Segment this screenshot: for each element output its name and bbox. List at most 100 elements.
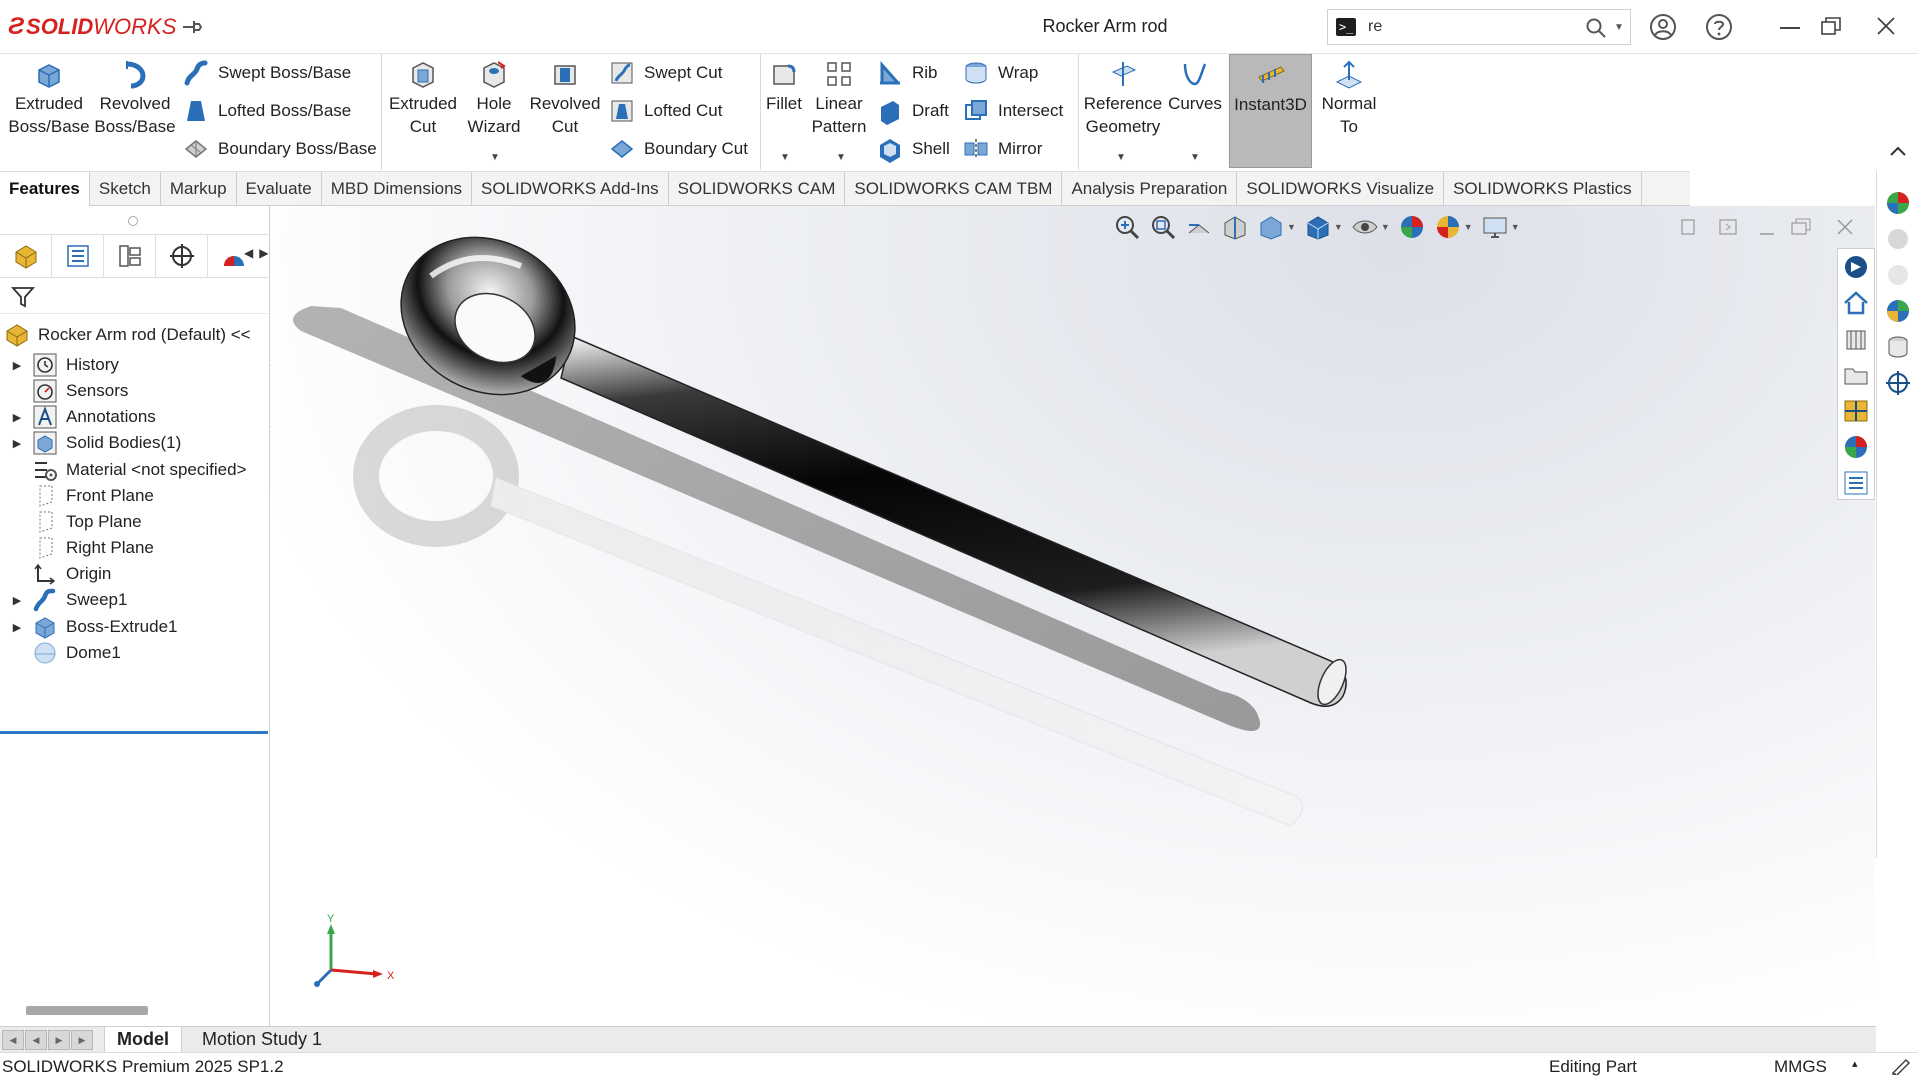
feature-manager-tab-scroll-arrows[interactable]: ◀▶ xyxy=(244,246,274,260)
unit-system-selector[interactable]: MMGS xyxy=(1774,1057,1827,1077)
hole-wizard-dropdown-icon[interactable]: ▼ xyxy=(490,152,500,163)
tab-markup[interactable]: Markup xyxy=(161,172,237,206)
tab-sketch[interactable]: Sketch xyxy=(90,172,161,206)
hide-show-dropdown-icon[interactable]: ▼ xyxy=(1381,222,1390,232)
curves-dropdown-icon[interactable]: ▼ xyxy=(1190,152,1200,163)
view-palette-pane-icon[interactable] xyxy=(1884,297,1912,325)
zoom-to-area-icon[interactable] xyxy=(1149,213,1177,241)
tab-evaluate[interactable]: Evaluate xyxy=(237,172,322,206)
expand-arrow-icon[interactable]: ▶ xyxy=(10,621,24,634)
tab-motion-study-1[interactable]: Motion Study 1 xyxy=(190,1027,334,1053)
apply-scene-dropdown-icon[interactable]: ▼ xyxy=(1464,222,1473,232)
solidworks-resources-icon[interactable] xyxy=(1884,189,1912,217)
swept-boss-base-button[interactable]: Swept Boss/Base xyxy=(182,57,351,89)
edit-appearance-icon[interactable] xyxy=(1398,213,1426,241)
file-explorer-pane-icon[interactable] xyxy=(1884,261,1912,289)
help-icon[interactable] xyxy=(1705,13,1733,41)
next-tab-icon[interactable]: ▶ xyxy=(48,1030,70,1050)
panel-drag-handle[interactable] xyxy=(128,216,138,226)
viewport-window-controls[interactable] xyxy=(1680,214,1875,242)
user-account-icon[interactable] xyxy=(1649,13,1677,41)
tab-solidworks-visualize[interactable]: SOLIDWORKS Visualize xyxy=(1237,172,1445,206)
tab-features[interactable]: Features xyxy=(0,172,90,206)
pin-icon[interactable] xyxy=(180,15,204,39)
view-orientation-icon[interactable] xyxy=(1257,213,1285,241)
search-dropdown-icon[interactable]: ▼ xyxy=(1614,22,1624,33)
revolved-cut-button[interactable]: Revolved Cut xyxy=(528,58,602,138)
fillet-dropdown-icon[interactable]: ▼ xyxy=(780,152,790,163)
tab-propertymanager[interactable] xyxy=(52,235,104,277)
normal-to-button[interactable]: Normal To xyxy=(1316,58,1382,138)
solidworks-logo[interactable]: Ƨ SOLID WORKS xyxy=(8,10,176,44)
horizontal-scrollbar[interactable] xyxy=(26,1006,148,1015)
view-settings-dropdown-icon[interactable]: ▼ xyxy=(1511,222,1520,232)
draft-button[interactable]: Draft xyxy=(876,95,949,127)
curves-button[interactable]: Curves xyxy=(1166,58,1224,115)
tree-item-solid-bodies-1[interactable]: ▶ Solid Bodies(1) xyxy=(10,428,181,458)
tab-analysis-preparation[interactable]: Analysis Preparation xyxy=(1062,172,1238,206)
hole-wizard-button[interactable]: Hole Wizard xyxy=(460,58,528,138)
tab-solidworks-cam[interactable]: SOLIDWORKS CAM xyxy=(669,172,846,206)
design-library-pane-icon[interactable] xyxy=(1884,225,1912,253)
hide-show-items-icon[interactable] xyxy=(1351,213,1379,241)
tab-solidworks-plastics[interactable]: SOLIDWORKS Plastics xyxy=(1444,172,1642,206)
tab-solidworks-add-ins[interactable]: SOLIDWORKS Add-Ins xyxy=(472,172,669,206)
first-tab-icon[interactable]: ◀ xyxy=(2,1030,24,1050)
shell-button[interactable]: Shell xyxy=(876,133,950,165)
tab-model[interactable]: Model xyxy=(104,1027,182,1053)
wrap-button[interactable]: Wrap xyxy=(962,57,1038,89)
search-input[interactable] xyxy=(1368,14,1558,40)
linear-pattern-dropdown-icon[interactable]: ▼ xyxy=(836,152,846,163)
lofted-cut-button[interactable]: Lofted Cut xyxy=(608,95,722,127)
crosshair-target-icon[interactable] xyxy=(1884,369,1912,397)
previous-view-icon[interactable] xyxy=(1185,213,1213,241)
3d-model-rocker-arm-rod[interactable] xyxy=(271,206,1875,1026)
extruded-boss-base-button[interactable]: Extruded Boss/Base xyxy=(8,58,90,138)
section-view-icon[interactable] xyxy=(1221,213,1249,241)
boundary-boss-base-button[interactable]: Boundary Boss/Base xyxy=(182,133,377,165)
custom-properties-pane-icon[interactable] xyxy=(1884,333,1912,361)
intersect-button[interactable]: Intersect xyxy=(962,95,1063,127)
expand-arrow-icon[interactable]: ▶ xyxy=(10,359,24,372)
last-tab-icon[interactable]: ▶ xyxy=(71,1030,93,1050)
tab-featuremanager[interactable] xyxy=(0,235,52,277)
display-style-icon[interactable] xyxy=(1304,213,1332,241)
reference-geometry-button[interactable]: Reference Geometry xyxy=(1082,58,1164,138)
tab-dimxpertmanager[interactable] xyxy=(156,235,208,277)
tab-mbd-dimensions[interactable]: MBD Dimensions xyxy=(322,172,473,206)
instant3d-button[interactable]: Instant3D xyxy=(1229,54,1312,168)
view-palette-icon[interactable] xyxy=(1842,397,1870,425)
zoom-to-fit-icon[interactable] xyxy=(1113,213,1141,241)
boundary-cut-button[interactable]: Boundary Cut xyxy=(608,133,748,165)
rib-button[interactable]: Rib xyxy=(876,57,938,89)
feature-tree-filter[interactable] xyxy=(0,278,268,314)
3d-views-icon[interactable] xyxy=(1842,253,1870,281)
unit-system-dropdown-icon[interactable]: ▴ xyxy=(1852,1057,1858,1070)
display-style-dropdown-icon[interactable]: ▼ xyxy=(1334,222,1343,232)
collapse-ribbon-icon[interactable] xyxy=(1888,144,1908,158)
tree-item-dome1[interactable]: Dome1 xyxy=(10,638,121,668)
fillet-button[interactable]: Fillet xyxy=(764,58,804,115)
search-icon[interactable] xyxy=(1585,17,1607,39)
window-minimize-button[interactable] xyxy=(1780,27,1800,29)
expand-arrow-icon[interactable]: ▶ xyxy=(10,411,24,424)
previous-tab-icon[interactable]: ◀ xyxy=(25,1030,47,1050)
home-view-icon[interactable] xyxy=(1842,289,1870,317)
expand-arrow-icon[interactable]: ▶ xyxy=(10,594,24,607)
view-orientation-dropdown-icon[interactable]: ▼ xyxy=(1287,222,1296,232)
graphics-area[interactable]: ▼ ▼ ▼ ▼ ▼ Y X xyxy=(271,206,1875,1026)
file-explorer-icon[interactable] xyxy=(1842,361,1870,389)
linear-pattern-button[interactable]: Linear Pattern xyxy=(806,58,872,138)
extruded-cut-button[interactable]: Extruded Cut xyxy=(386,58,460,138)
quick-tips-icon[interactable] xyxy=(1890,1057,1912,1075)
lofted-boss-base-button[interactable]: Lofted Boss/Base xyxy=(182,95,351,127)
window-close-button[interactable] xyxy=(1876,16,1896,36)
search-box[interactable]: >_ ▼ xyxy=(1327,9,1631,45)
design-library-icon[interactable] xyxy=(1842,325,1870,353)
mirror-button[interactable]: Mirror xyxy=(962,133,1042,165)
filter-icon[interactable] xyxy=(10,284,36,310)
tab-configurationmanager[interactable] xyxy=(104,235,156,277)
window-restore-button[interactable] xyxy=(1821,17,1841,35)
swept-cut-button[interactable]: Swept Cut xyxy=(608,57,722,89)
tab-solidworks-cam-tbm[interactable]: SOLIDWORKS CAM TBM xyxy=(845,172,1063,206)
